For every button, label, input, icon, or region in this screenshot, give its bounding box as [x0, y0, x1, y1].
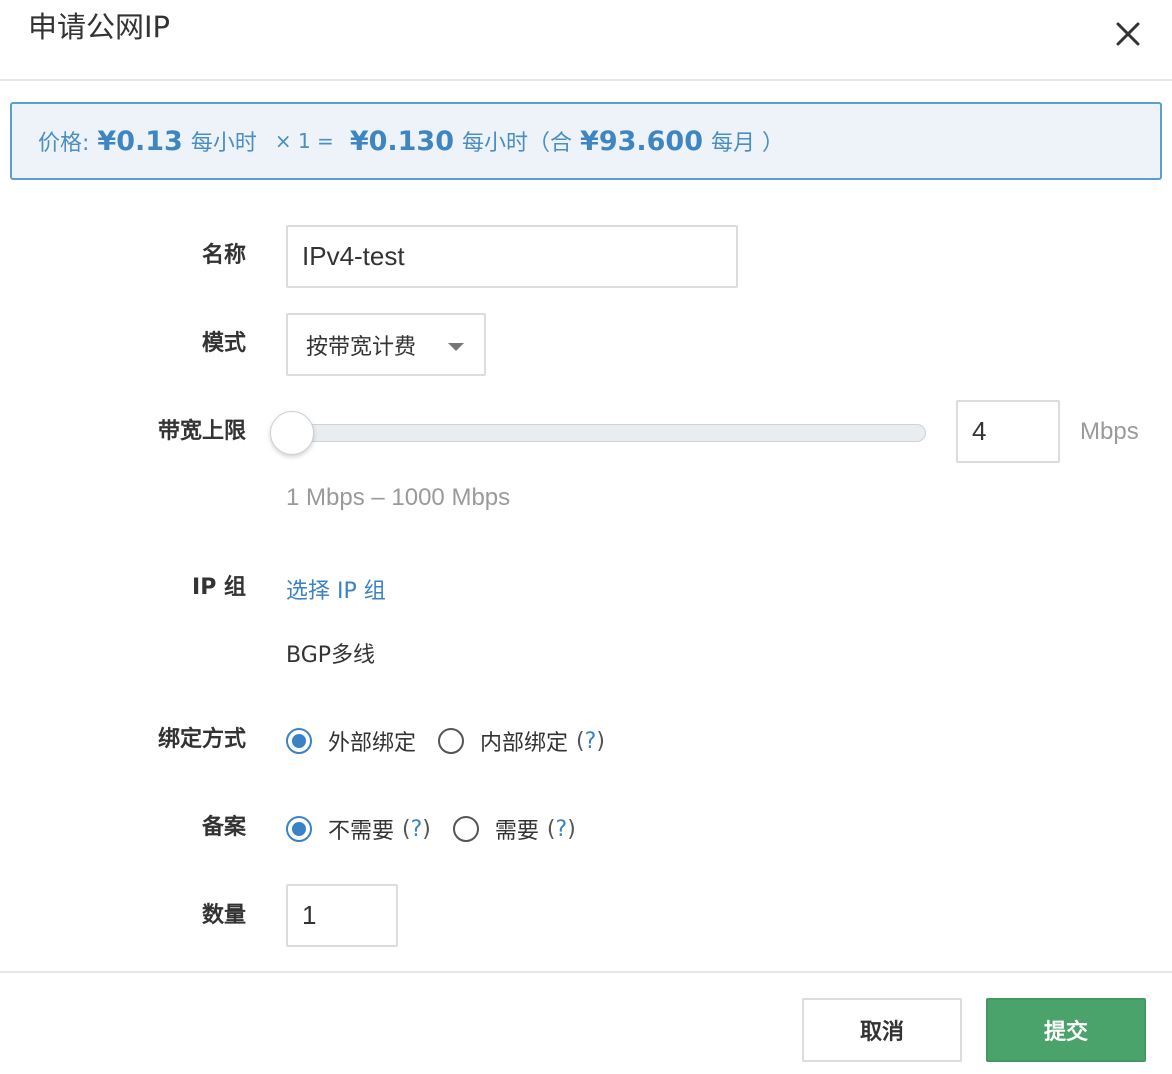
- total-monthly-price: ¥93.600: [580, 125, 704, 157]
- filing-not-required-label[interactable]: 不需要: [328, 813, 394, 845]
- select-ip-group-link[interactable]: 选择 IP 组: [286, 573, 386, 605]
- submit-button[interactable]: 提交: [986, 998, 1146, 1062]
- binding-radio-group: 外部绑定 内部绑定 (?): [286, 725, 605, 757]
- binding-external-radio[interactable]: [286, 728, 312, 754]
- filing-required-label[interactable]: 需要: [495, 813, 539, 845]
- binding-internal-label[interactable]: 内部绑定: [480, 725, 568, 757]
- mode-label: 模式: [201, 331, 246, 356]
- footer-divider: [0, 971, 1172, 973]
- quantity-label: 数量: [201, 903, 246, 928]
- unit-price-period: 每小时: [190, 131, 257, 156]
- total-hourly-period: 每小时（合: [462, 131, 573, 156]
- unit-price: ¥0.13: [97, 125, 183, 157]
- total-hourly-price: ¥0.130: [349, 125, 455, 157]
- apply-public-ip-dialog: 申请公网IP 价格: ¥0.13 每小时 × 1 = ¥0.130 每小时（合 …: [0, 0, 1172, 1074]
- mode-select-value: 按带宽计费: [306, 334, 417, 360]
- help-icon: ?: [555, 816, 568, 842]
- total-monthly-period: 每月 ）: [711, 131, 785, 156]
- filing-label: 备案: [201, 815, 246, 840]
- close-icon[interactable]: [1108, 14, 1148, 54]
- quantity-input[interactable]: 1: [286, 884, 398, 947]
- help-icon: ?: [584, 728, 597, 754]
- ip-group-label: IP 组: [192, 575, 246, 600]
- binding-internal-radio[interactable]: [438, 728, 465, 754]
- chevron-down-icon: [448, 343, 464, 351]
- binding-internal-help[interactable]: (?): [576, 729, 605, 754]
- bandwidth-unit: Mbps: [1080, 418, 1139, 445]
- price-label: 价格:: [38, 131, 90, 156]
- dialog-header: 申请公网IP: [0, 0, 1172, 81]
- price-banner: 价格: ¥0.13 每小时 × 1 = ¥0.130 每小时（合 ¥93.600…: [10, 102, 1162, 180]
- ip-group-current: BGP多线: [286, 643, 376, 668]
- bandwidth-slider-handle[interactable]: [270, 411, 314, 455]
- filing-radio-group: 不需要 (?) 需要 (?): [286, 813, 576, 845]
- price-multiplier: × 1 =: [274, 129, 334, 153]
- bandwidth-slider-track[interactable]: [274, 424, 926, 442]
- bandwidth-label: 带宽上限: [157, 419, 246, 444]
- filing-not-required-help[interactable]: (?): [402, 817, 431, 842]
- bandwidth-range-hint: 1 Mbps – 1000 Mbps: [286, 484, 511, 511]
- mode-select[interactable]: 按带宽计费: [286, 313, 486, 376]
- cancel-button[interactable]: 取消: [802, 998, 962, 1062]
- name-label: 名称: [201, 243, 246, 268]
- dialog-title: 申请公网IP: [28, 10, 171, 44]
- bandwidth-input[interactable]: 4: [956, 400, 1060, 463]
- name-input[interactable]: IPv4-test: [286, 225, 738, 288]
- binding-external-label[interactable]: 外部绑定: [328, 725, 416, 757]
- help-icon: ?: [410, 816, 423, 842]
- filing-not-required-radio[interactable]: [286, 816, 312, 842]
- filing-required-radio[interactable]: [452, 816, 479, 842]
- filing-required-help[interactable]: (?): [547, 817, 576, 842]
- binding-label: 绑定方式: [157, 727, 246, 752]
